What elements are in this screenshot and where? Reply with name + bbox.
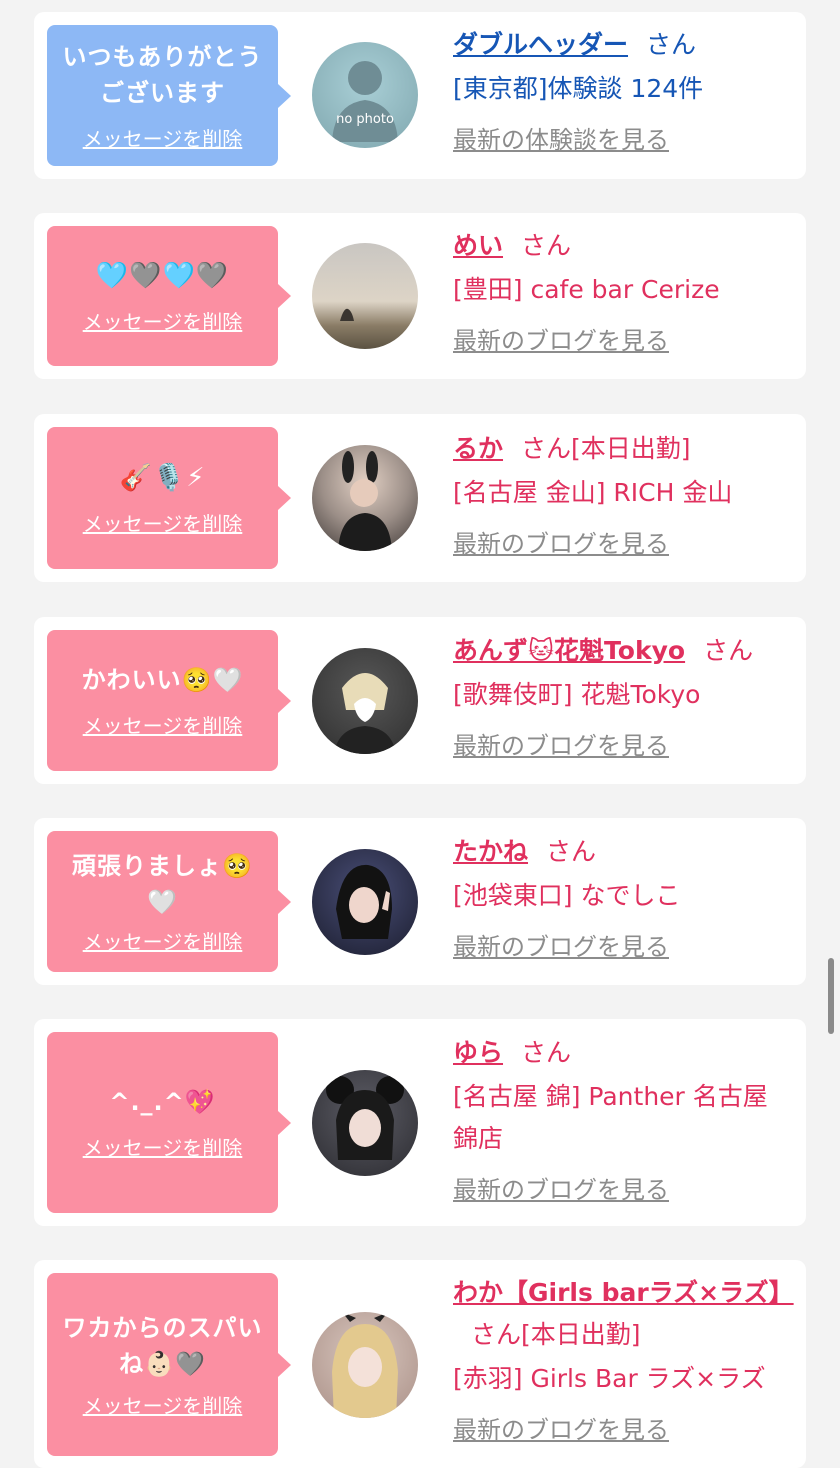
honorific: さん	[703, 636, 754, 665]
message-text: 🩵🩶🩵🩶	[95, 260, 230, 291]
shop-info: [歌舞伎町] 花魁Tokyo	[453, 680, 701, 709]
shop-info: [池袋東口] なでしこ	[453, 881, 681, 910]
message-card: 🎸🎙️⚡ メッセージを削除 るか さん[本日出勤] [名古屋 金山] RICH 金…	[34, 414, 806, 582]
honorific: さん	[546, 837, 597, 866]
shop-info: [名古屋 錦] Panther 名古屋錦店	[453, 1082, 768, 1153]
message-text: 🎸🎙️⚡	[119, 462, 206, 493]
user-info: ダブルヘッダー さん [東京都]体験談 124件 最新の体験談を見る	[453, 24, 788, 155]
message-text: ワカからのスパいね👶🏻🩶	[62, 1314, 263, 1378]
photo-person-icon	[332, 1312, 398, 1418]
shop-info: [豊田] cafe bar Cerize	[453, 275, 720, 304]
message-text: ^._.^💖	[109, 1088, 216, 1116]
avatar[interactable]	[312, 445, 418, 551]
user-info: めい さん [豊田] cafe bar Cerize 最新のブログを見る	[453, 225, 788, 356]
no-photo-label: no photo	[336, 112, 394, 127]
no-photo-icon	[332, 61, 398, 142]
message-bubble: ワカからのスパいね👶🏻🩶 メッセージを削除	[47, 1273, 291, 1456]
avatar[interactable]	[312, 648, 418, 754]
message-card: 🩵🩶🩵🩶 メッセージを削除 めい さん [豊田] cafe bar Cerize …	[34, 213, 806, 379]
latest-link[interactable]: 最新のブログを見る	[453, 927, 669, 962]
message-bubble: ^._.^💖 メッセージを削除	[47, 1032, 291, 1213]
message-text: かわいい🥺🤍	[81, 666, 244, 694]
avatar[interactable]: no photo	[312, 42, 418, 148]
user-info: あんず🐱花魁Tokyo さん [歌舞伎町] 花魁Tokyo 最新のブログを見る	[453, 630, 788, 761]
delete-message-link[interactable]: メッセージを削除	[83, 508, 243, 537]
user-name-link[interactable]: ダブルヘッダー	[453, 30, 628, 59]
latest-link[interactable]: 最新のブログを見る	[453, 1170, 669, 1205]
latest-link[interactable]: 最新のブログを見る	[453, 1410, 669, 1445]
message-card: いつもありがとうございます メッセージを削除 no photo ダブルヘッダーさ…	[34, 12, 806, 179]
message-bubble: 🩵🩶🩵🩶 メッセージを削除	[47, 226, 291, 366]
delete-message-link[interactable]: メッセージを削除	[83, 1132, 243, 1161]
avatar[interactable]	[312, 1070, 418, 1176]
photo-person-icon	[326, 1076, 404, 1160]
message-text: いつもありがとうございます	[62, 43, 263, 107]
photo-person-icon	[334, 673, 396, 754]
message-card: ^._.^💖 メッセージを削除 ゆら さん [名古屋 錦] Panther 名古屋…	[34, 1019, 806, 1226]
user-name-link[interactable]: ゆら	[453, 1038, 503, 1067]
latest-link[interactable]: 最新のブログを見る	[453, 726, 669, 761]
honorific: さん	[646, 30, 697, 59]
message-card: ワカからのスパいね👶🏻🩶 メッセージを削除 わか【Girls barラズ×ラズ】…	[34, 1260, 806, 1468]
user-name-link[interactable]: わか【Girls barラズ×ラズ】	[453, 1278, 794, 1307]
photo-silhouette-icon	[340, 308, 354, 321]
avatar[interactable]	[312, 1312, 418, 1418]
latest-link[interactable]: 最新の体験談を見る	[453, 120, 669, 155]
shop-info: [東京都]体験談 124件	[453, 74, 704, 103]
delete-message-link[interactable]: メッセージを削除	[83, 1390, 243, 1419]
honorific: さん	[521, 1038, 572, 1067]
delete-message-link[interactable]: メッセージを削除	[83, 306, 243, 335]
user-info: ゆら さん [名古屋 錦] Panther 名古屋錦店 最新のブログを見る	[453, 1032, 788, 1205]
delete-message-link[interactable]: メッセージを削除	[83, 123, 243, 152]
message-card: 頑張りましょ🥺🤍 メッセージを削除 たかね さん [池袋東口] なでしこ 最新のブ…	[34, 818, 806, 985]
shop-info: [赤羽] Girls Bar ラズ×ラズ	[453, 1364, 766, 1393]
scrollbar[interactable]	[828, 958, 834, 1034]
message-bubble: かわいい🥺🤍 メッセージを削除	[47, 630, 291, 771]
photo-person-icon	[338, 451, 392, 551]
avatar[interactable]	[312, 243, 418, 349]
delete-message-link[interactable]: メッセージを削除	[83, 710, 243, 739]
delete-message-link[interactable]: メッセージを削除	[83, 926, 243, 955]
honorific: さん[本日出勤]	[521, 434, 691, 463]
message-text: 頑張りましょ🥺🤍	[72, 852, 253, 916]
photo-person-icon	[336, 864, 392, 939]
honorific: さん[本日出勤]	[471, 1320, 641, 1349]
user-info: るか さん[本日出勤] [名古屋 金山] RICH 金山 最新のブログを見る	[453, 428, 788, 559]
message-bubble: 🎸🎙️⚡ メッセージを削除	[47, 427, 291, 569]
avatar[interactable]	[312, 849, 418, 955]
user-info: わか【Girls barラズ×ラズ】さん[本日出勤] [赤羽] Girls Ba…	[453, 1272, 794, 1445]
user-name-link[interactable]: たかね	[453, 837, 528, 866]
user-name-link[interactable]: るか	[453, 434, 503, 463]
message-bubble: 頑張りましょ🥺🤍 メッセージを削除	[47, 831, 291, 972]
latest-link[interactable]: 最新のブログを見る	[453, 321, 669, 356]
shop-info: [名古屋 金山] RICH 金山	[453, 478, 733, 507]
user-name-link[interactable]: めい	[453, 231, 503, 260]
honorific: さん	[521, 231, 572, 260]
latest-link[interactable]: 最新のブログを見る	[453, 524, 669, 559]
message-bubble: いつもありがとうございます メッセージを削除	[47, 25, 291, 166]
user-info: たかね さん [池袋東口] なでしこ 最新のブログを見る	[453, 831, 788, 962]
user-name-link[interactable]: あんず🐱花魁Tokyo	[453, 636, 685, 665]
message-card: かわいい🥺🤍 メッセージを削除 あんず🐱花魁Tokyo さん [歌舞伎町] 花魁T…	[34, 617, 806, 784]
